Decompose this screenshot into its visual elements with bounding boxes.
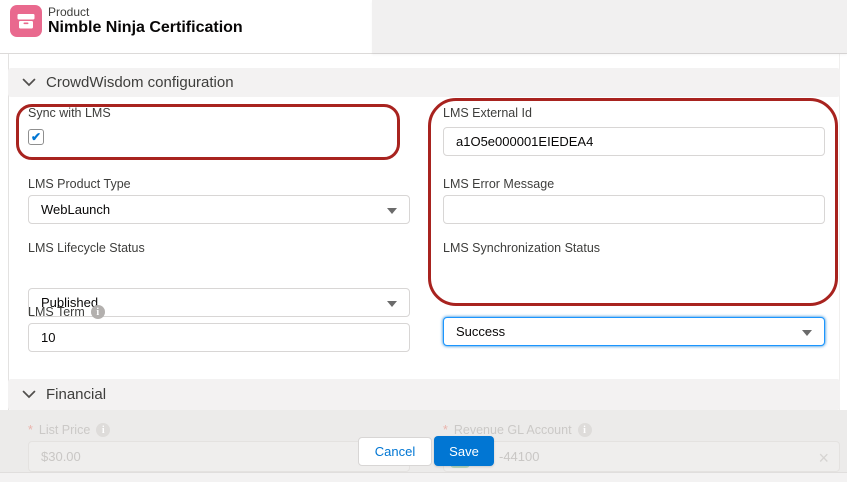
- sync-with-lms-label: Sync with LMS: [28, 106, 111, 120]
- lms-product-type-label: LMS Product Type: [28, 177, 131, 191]
- clear-x-icon: ×: [818, 449, 829, 467]
- cancel-button[interactable]: Cancel: [358, 437, 432, 466]
- page-background-area: [372, 0, 847, 53]
- revenue-gl-account-label-text: Revenue GL Account: [454, 423, 572, 437]
- selected-value: Success: [456, 324, 505, 339]
- dropdown-caret-icon: [387, 301, 397, 307]
- product-box-icon: [10, 5, 42, 37]
- list-price-value: $30.00: [41, 449, 81, 464]
- bottom-strip: [0, 472, 847, 482]
- modal-body: [8, 54, 840, 410]
- lms-error-message-input[interactable]: [443, 195, 825, 224]
- info-icon: i: [578, 423, 592, 437]
- section-label: CrowdWisdom configuration: [46, 74, 234, 91]
- revenue-gl-account-lookup: -44100 ×: [443, 441, 840, 472]
- section-header-financial[interactable]: Financial: [8, 379, 840, 410]
- selected-value: WebLaunch: [41, 202, 110, 217]
- required-marker: *: [28, 423, 33, 437]
- info-icon[interactable]: i: [91, 305, 105, 319]
- page-title: Nimble Ninja Certification: [48, 19, 243, 37]
- sync-with-lms-checkbox[interactable]: ✔: [28, 129, 44, 145]
- lms-term-input[interactable]: [28, 323, 410, 352]
- object-label: Product: [48, 5, 89, 19]
- lms-term-label-text: LMS Term: [28, 305, 85, 319]
- section-label: Financial: [46, 386, 106, 403]
- list-price-label: * List Price i: [28, 423, 110, 437]
- list-price-label-text: List Price: [39, 423, 90, 437]
- checkbox-check-icon: ✔: [31, 130, 41, 144]
- section-header-crowdwisdom[interactable]: CrowdWisdom configuration: [8, 68, 840, 97]
- chevron-down-icon: [22, 74, 36, 92]
- dropdown-caret-icon: [802, 330, 812, 336]
- lms-synchronization-status-label: LMS Synchronization Status: [443, 241, 600, 255]
- lms-product-type-select[interactable]: WebLaunch: [28, 195, 410, 224]
- lms-external-id-input[interactable]: [443, 127, 825, 156]
- lms-external-id-label: LMS External Id: [443, 106, 532, 120]
- dropdown-caret-icon: [387, 208, 397, 214]
- chevron-down-icon: [22, 386, 36, 404]
- info-icon: i: [96, 423, 110, 437]
- lms-synchronization-status-select[interactable]: Success: [443, 317, 825, 346]
- revenue-gl-account-label: * Revenue GL Account i: [443, 423, 592, 437]
- save-button[interactable]: Save: [434, 436, 494, 466]
- lms-term-label: LMS Term i: [28, 305, 105, 319]
- lms-error-message-label: LMS Error Message: [443, 177, 554, 191]
- record-header: Product Nimble Ninja Certification: [0, 0, 847, 54]
- required-marker: *: [443, 423, 448, 437]
- lms-lifecycle-status-label: LMS Lifecycle Status: [28, 241, 145, 255]
- list-price-input: $30.00: [28, 441, 410, 472]
